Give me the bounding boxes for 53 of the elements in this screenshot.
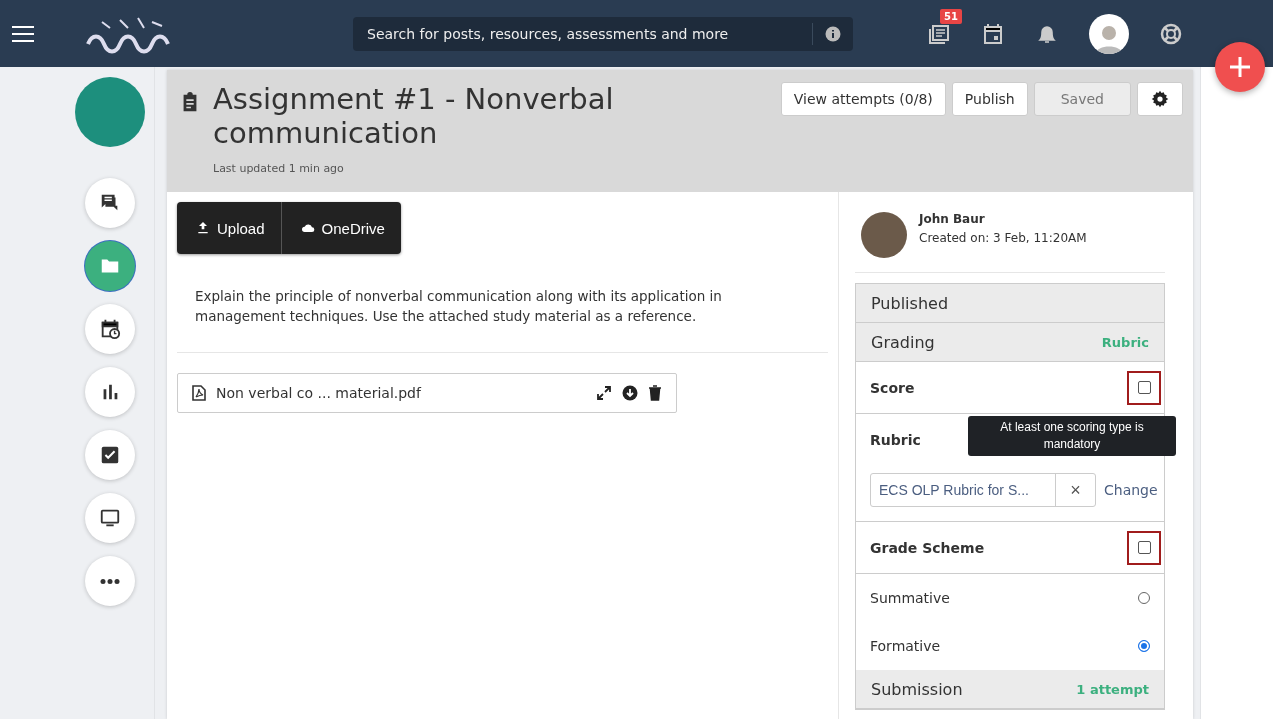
download-icon[interactable] [622, 385, 638, 401]
grading-label: Grading [871, 332, 935, 352]
notification-count: 51 [940, 8, 962, 24]
user-avatar[interactable] [1089, 13, 1129, 54]
clear-button[interactable]: × [1055, 474, 1095, 506]
grade-scheme-checkbox[interactable] [1137, 541, 1151, 554]
header-button[interactable]: View attempts (0/8) [780, 82, 946, 116]
upload-icon [195, 220, 211, 236]
delete-icon[interactable] [648, 385, 662, 401]
info-icon[interactable] [825, 25, 841, 42]
attachment-item[interactable]: Non verbal co ... material.pdf [177, 373, 677, 413]
attachment-name: Non verbal co ... material.pdf [216, 385, 423, 401]
grading-value: Rubric [1101, 334, 1149, 350]
grade-scheme-label: Grade Scheme [870, 539, 985, 556]
settings-icon [1151, 90, 1169, 108]
search-field[interactable]: Search for posts, resources, assessments and more [365, 24, 800, 43]
search-bar[interactable]: Search for posts, resources, assessments and more [353, 16, 853, 51]
pdf-file-icon [192, 385, 206, 401]
monitor-icon [98, 507, 121, 529]
upload-option-button[interactable]: OneDrive [280, 202, 401, 254]
sidebar-item[interactable] [84, 430, 135, 480]
assignment-title: Assignment #1 - Nonverbal communication [213, 82, 615, 150]
created-date: Created on: 3 Feb, 11:20AM [919, 231, 1087, 245]
option-label: Summative [870, 590, 950, 606]
upload-option-button[interactable]: Upload [177, 202, 281, 254]
rubric-label: Rubric [870, 432, 921, 448]
score-checkbox[interactable] [1137, 381, 1151, 394]
more-icon [99, 578, 120, 584]
submission-value: 1 attempt [1076, 681, 1149, 697]
sidebar-item[interactable] [84, 304, 135, 354]
sidebar-item[interactable] [84, 367, 135, 417]
assignment-description: Explain the principle of nonverbal communication along with its application in management techniques. Use the attached study material as a reference. [195, 287, 723, 326]
header-button[interactable]: Publish [951, 82, 1028, 116]
lifebuoy-icon[interactable] [1159, 21, 1183, 46]
last-updated: Last updated 1 min ago [213, 162, 345, 175]
radio-button[interactable] [1138, 592, 1150, 604]
calendar-icon[interactable] [981, 21, 1005, 46]
radio-button[interactable] [1138, 640, 1150, 652]
submission-label: Submission [871, 679, 963, 699]
settings-button[interactable] [1137, 82, 1183, 116]
score-label: Score [870, 379, 915, 396]
plus-icon [1228, 55, 1252, 79]
menu-icon[interactable] [12, 25, 34, 42]
author-avatar [861, 212, 907, 258]
expand-icon[interactable] [596, 385, 612, 401]
author-name: John Baur [919, 212, 986, 226]
sidebar-item[interactable] [84, 178, 135, 228]
tooltip: At least one scoring type is mandatory [968, 416, 1176, 456]
published-section[interactable]: Published [856, 284, 1164, 323]
change-link[interactable]: Change [1104, 482, 1158, 498]
option-label: Formative [870, 638, 941, 654]
sidebar-item[interactable] [84, 493, 135, 543]
rubric-field-frame[interactable]: ECS OLP Rubric for S... × [870, 473, 1096, 507]
